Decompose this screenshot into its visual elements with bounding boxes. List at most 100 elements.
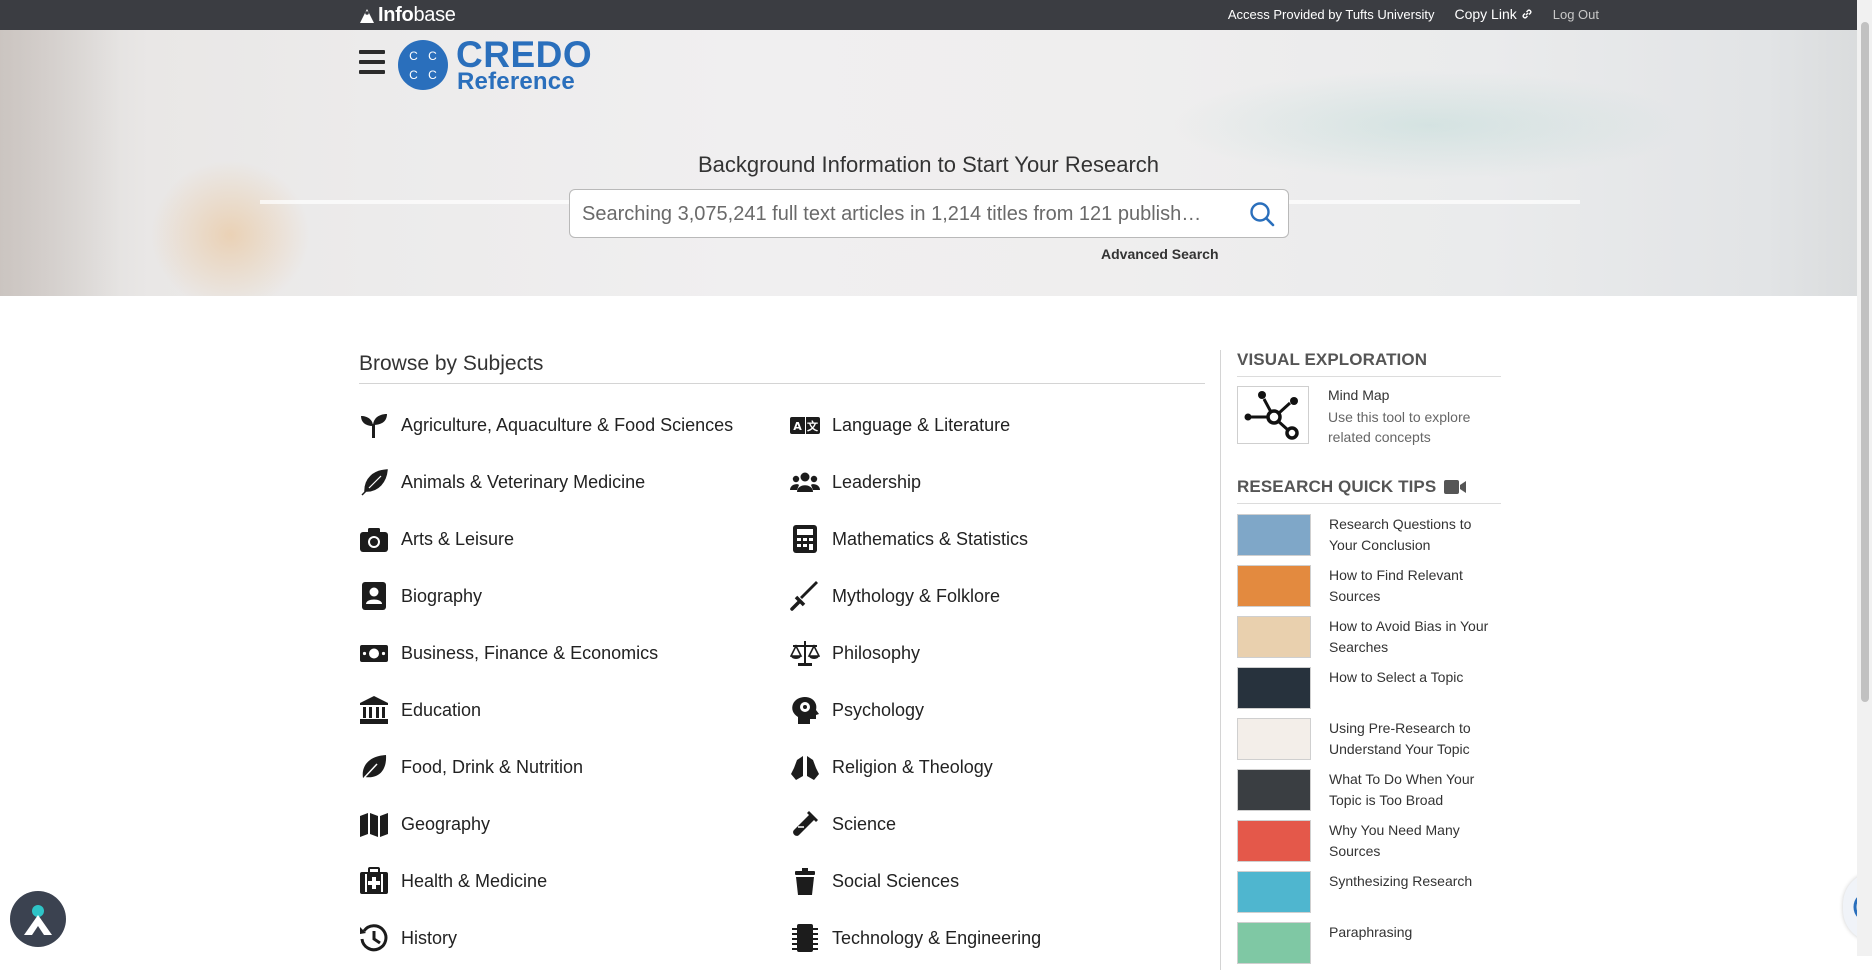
seedling-icon	[359, 410, 389, 440]
language-icon: A文	[790, 410, 820, 440]
subject-label: Science	[832, 813, 897, 834]
video-thumbnail[interactable]	[1237, 922, 1311, 964]
subject-philosophy[interactable]: Philosophy	[790, 638, 920, 668]
users-icon	[790, 467, 820, 497]
subject-label: Health & Medicine	[401, 870, 548, 891]
svg-text:文: 文	[807, 419, 819, 433]
history-icon	[359, 923, 389, 953]
quick-tip-item[interactable]: Research Questions to Your Conclusion	[1237, 514, 1501, 560]
logout-link[interactable]: Log Out	[1553, 7, 1599, 22]
chat-widget-button[interactable]	[10, 891, 66, 947]
subject-education[interactable]: Education	[359, 695, 481, 725]
credo-reference-logo[interactable]: C C C C CREDO Reference	[398, 34, 593, 96]
link-icon	[1522, 9, 1532, 19]
video-thumbnail[interactable]	[1237, 871, 1311, 913]
subject-leadership[interactable]: Leadership	[790, 467, 921, 497]
quick-tip-item[interactable]: What To Do When Your Topic is Too Broad	[1237, 769, 1501, 815]
quick-tip-item[interactable]: Paraphrasing	[1237, 922, 1501, 968]
mind-map-icon	[1244, 391, 1299, 440]
subject-business[interactable]: Business, Finance & Economics	[359, 638, 658, 668]
research-quick-tips-heading: RESEARCH QUICK TIPS	[1237, 477, 1467, 497]
quick-tip-label: What To Do When Your Topic is Too Broad	[1329, 771, 1475, 808]
map-icon	[359, 809, 389, 839]
subject-label: Philosophy	[832, 642, 921, 663]
scrollbar-thumb[interactable]	[1861, 22, 1869, 702]
quick-tip-item[interactable]: How to Select a Topic	[1237, 667, 1501, 713]
subject-label: Mythology & Folklore	[832, 585, 1001, 606]
sword-icon	[790, 581, 820, 611]
microchip-icon	[790, 923, 820, 953]
subject-label: Biography	[401, 585, 483, 606]
subject-language[interactable]: A文 Language & Literature	[790, 410, 1010, 440]
subject-label: Business, Finance & Economics	[401, 642, 659, 663]
infobase-mark-icon	[360, 8, 374, 23]
quick-tip-item[interactable]: How to Avoid Bias in Your Searches	[1237, 616, 1501, 662]
subject-label: Technology & Engineering	[832, 927, 1042, 948]
quick-tip-label: Synthesizing Research	[1329, 873, 1473, 889]
subject-science[interactable]: Science	[790, 809, 896, 839]
monogram-letter: C	[428, 48, 437, 63]
subject-label: Social Sciences	[832, 870, 960, 891]
advanced-search-link[interactable]: Advanced Search	[1101, 246, 1219, 262]
subject-biography[interactable]: Biography	[359, 581, 482, 611]
subject-label: Language & Literature	[832, 414, 1011, 435]
quick-tip-item[interactable]: How to Find Relevant Sources	[1237, 565, 1501, 611]
video-thumbnail[interactable]	[1237, 820, 1311, 862]
subject-history[interactable]: History	[359, 923, 457, 953]
subject-religion[interactable]: Religion & Theology	[790, 752, 993, 782]
camera-icon	[359, 524, 389, 554]
subject-label: Psychology	[832, 699, 925, 720]
video-thumbnail[interactable]	[1237, 565, 1311, 607]
subject-agriculture[interactable]: Agriculture, Aquaculture & Food Sciences	[359, 410, 733, 440]
logo-line-1: CREDO	[456, 34, 593, 75]
infobase-logo[interactable]: Info base	[359, 4, 456, 27]
calculator-icon	[790, 524, 820, 554]
trash-cup-icon	[790, 866, 820, 896]
subject-animals[interactable]: Animals & Veterinary Medicine	[359, 467, 645, 497]
copy-link-button[interactable]: Copy Link	[1454, 6, 1532, 22]
subject-mathematics[interactable]: Mathematics & Statistics	[790, 524, 1028, 554]
subject-mythology[interactable]: Mythology & Folklore	[790, 581, 1000, 611]
test-tube-icon	[790, 809, 820, 839]
address-book-icon	[359, 581, 389, 611]
quick-tip-label: How to Avoid Bias in Your Searches	[1329, 618, 1489, 655]
video-thumbnail[interactable]	[1237, 616, 1311, 658]
quick-tip-label: How to Select a Topic	[1329, 669, 1464, 685]
quick-tip-item[interactable]: Why You Need Many Sources	[1237, 820, 1501, 866]
subject-psychology[interactable]: Psychology	[790, 695, 924, 725]
svg-text:A: A	[793, 420, 802, 433]
video-thumbnail[interactable]	[1237, 667, 1311, 709]
copy-link-label: Copy Link	[1454, 6, 1517, 22]
search-icon[interactable]	[1248, 200, 1276, 228]
subject-label: Food, Drink & Nutrition	[401, 756, 584, 777]
page-scrollbar[interactable]	[1857, 0, 1872, 956]
logo-wordmark: CREDO Reference	[456, 34, 593, 96]
logo-line-2: Reference	[457, 68, 575, 96]
subject-label: Animals & Veterinary Medicine	[401, 471, 646, 492]
subject-arts[interactable]: Arts & Leisure	[359, 524, 514, 554]
video-thumbnail[interactable]	[1237, 769, 1311, 811]
search-input[interactable]	[580, 190, 1234, 239]
mind-map-link[interactable]: Mind Map	[1328, 387, 1389, 403]
medkit-icon	[359, 866, 389, 896]
subject-geography[interactable]: Geography	[359, 809, 490, 839]
quick-tip-item[interactable]: Synthesizing Research	[1237, 871, 1501, 917]
quick-tip-label: Research Questions to Your Conclusion	[1329, 516, 1472, 553]
mind-map-thumbnail[interactable]	[1237, 386, 1309, 444]
quick-tip-item[interactable]: Using Pre-Research to Understand Your To…	[1237, 718, 1501, 764]
hero-background-glow	[150, 160, 310, 296]
video-thumbnail[interactable]	[1237, 514, 1311, 556]
divider	[1237, 376, 1501, 377]
feather-icon	[359, 467, 389, 497]
credo-monogram-icon: C C C C	[398, 40, 448, 91]
subject-social-sciences[interactable]: Social Sciences	[790, 866, 959, 896]
menu-icon[interactable]	[359, 50, 385, 74]
subject-health[interactable]: Health & Medicine	[359, 866, 547, 896]
quick-tip-label: Paraphrasing	[1329, 924, 1413, 940]
quick-tip-label: How to Find Relevant Sources	[1329, 567, 1463, 604]
balance-scale-icon	[790, 638, 820, 668]
subject-technology[interactable]: Technology & Engineering	[790, 923, 1041, 953]
monogram-letter: C	[428, 67, 437, 82]
subject-food[interactable]: Food, Drink & Nutrition	[359, 752, 583, 782]
video-thumbnail[interactable]	[1237, 718, 1311, 760]
